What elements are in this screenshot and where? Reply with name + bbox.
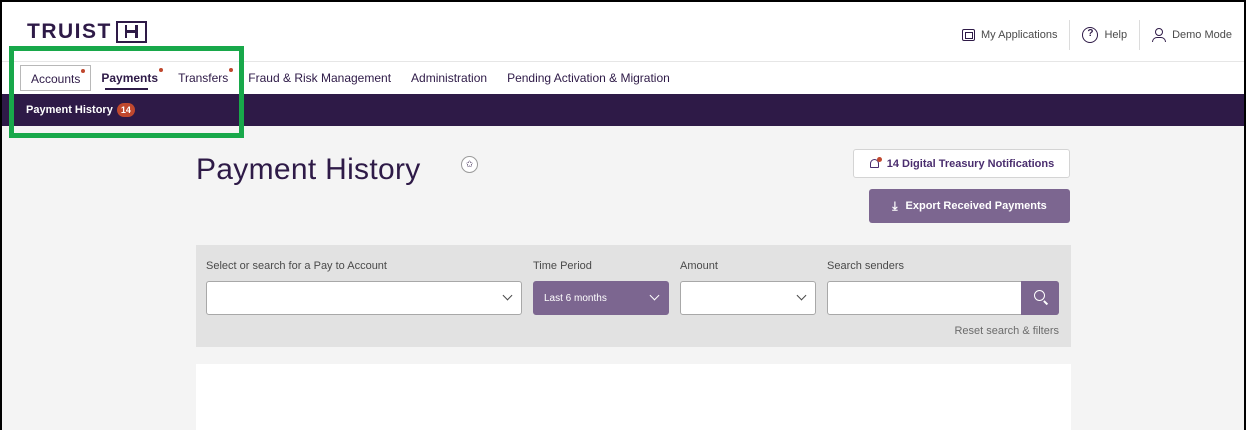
demo-mode-link[interactable]: Demo Mode: [1139, 20, 1244, 50]
nav-item-pending-activation[interactable]: Pending Activation & Migration: [497, 65, 680, 91]
notification-dot: [229, 68, 234, 72]
help-label: Help: [1104, 29, 1128, 41]
favorite-star-icon[interactable]: ✩: [461, 156, 478, 173]
notification-dot: [81, 69, 86, 73]
time-period-select[interactable]: Last 6 months: [533, 281, 669, 315]
nav-item-payments[interactable]: Payments: [91, 65, 168, 91]
results-card: [196, 364, 1071, 430]
user-icon: [1152, 28, 1167, 42]
nav-item-label: Accounts: [31, 72, 81, 86]
search-senders-input[interactable]: [827, 281, 1059, 315]
my-applications-link[interactable]: My Applications: [950, 20, 1069, 50]
nav-item-label: Payments: [101, 71, 159, 85]
utility-menu: My Applications ? Help Demo Mode: [950, 20, 1244, 50]
download-icon: ⤓: [892, 198, 898, 213]
export-received-payments-button[interactable]: ⤓ Export Received Payments: [869, 189, 1070, 223]
filter-panel: Select or search for a Pay to Account Ti…: [196, 245, 1071, 347]
sub-nav: Payment History 14: [2, 94, 1244, 126]
applications-icon: [962, 29, 976, 41]
help-link[interactable]: ? Help: [1069, 20, 1139, 50]
notifications-label: 14 Digital Treasury Notifications: [886, 157, 1055, 170]
chevron-down-icon: [796, 290, 807, 301]
nav-item-label: Administration: [411, 71, 488, 85]
amount-select[interactable]: [680, 281, 816, 315]
app-window: TRUIST My Applications ? Help Demo Mode …: [0, 0, 1246, 430]
my-applications-label: My Applications: [981, 29, 1058, 41]
notification-dot: [159, 68, 164, 72]
chevron-down-icon: [649, 290, 660, 301]
search-button[interactable]: [1021, 281, 1059, 315]
search-icon: [1034, 290, 1045, 301]
logo-mark-icon: [115, 21, 147, 43]
chevron-down-icon: [502, 290, 513, 301]
bell-icon: [869, 156, 882, 170]
pay-to-account-label: Select or search for a Pay to Account: [206, 260, 387, 272]
pay-to-account-select[interactable]: [206, 281, 522, 315]
help-icon: ?: [1082, 27, 1099, 43]
top-header: TRUIST My Applications ? Help Demo Mode: [2, 2, 1244, 62]
amount-label: Amount: [680, 260, 718, 272]
nav-item-label: Pending Activation & Migration: [507, 71, 670, 85]
reset-filters-link[interactable]: Reset search & filters: [954, 325, 1059, 337]
export-label: Export Received Payments: [905, 200, 1047, 212]
logo-text: TRUIST: [27, 20, 112, 43]
nav-item-fraud-risk[interactable]: Fraud & Risk Management: [238, 65, 401, 91]
nav-item-label: Transfers: [178, 71, 229, 85]
subnav-item-payment-history[interactable]: Payment History: [26, 104, 113, 116]
time-period-label: Time Period: [533, 260, 592, 272]
page-title: Payment History: [196, 153, 421, 186]
count-badge: 14: [116, 103, 135, 117]
truist-logo[interactable]: TRUIST: [27, 20, 147, 44]
time-period-value: Last 6 months: [544, 293, 607, 304]
nav-item-transfers[interactable]: Transfers: [168, 65, 238, 91]
search-senders-label: Search senders: [827, 260, 905, 272]
demo-mode-label: Demo Mode: [1172, 29, 1232, 41]
notifications-button[interactable]: 14 Digital Treasury Notifications: [853, 149, 1070, 178]
nav-item-administration[interactable]: Administration: [401, 65, 497, 91]
nav-item-accounts[interactable]: Accounts: [20, 65, 92, 91]
main-nav: Accounts Payments Transfers Fraud & Risk…: [2, 62, 1244, 94]
nav-item-label: Fraud & Risk Management: [248, 71, 392, 85]
